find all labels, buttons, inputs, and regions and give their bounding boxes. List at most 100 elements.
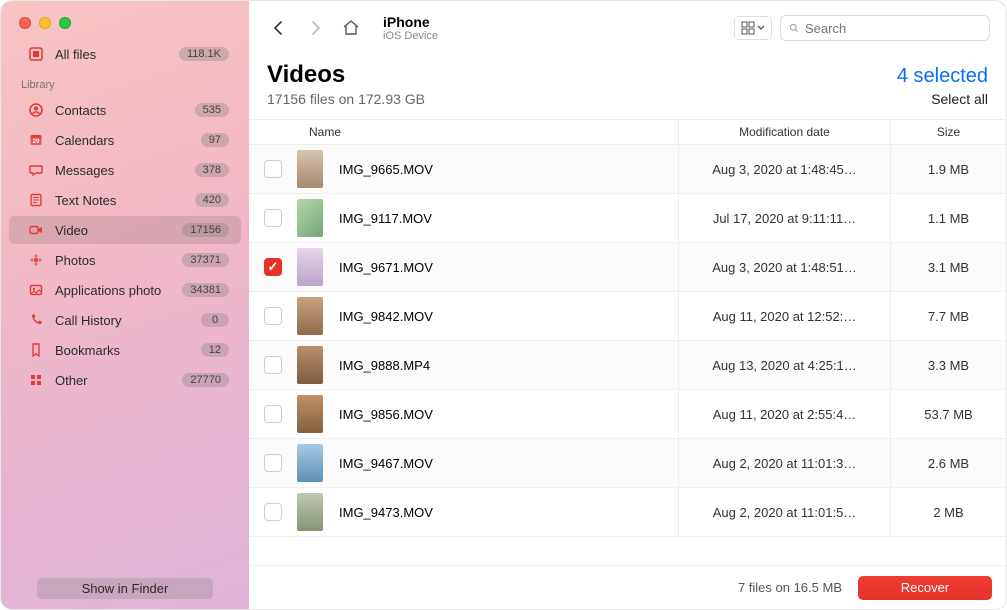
table-row[interactable]: IMG_9117.MOV Jul 17, 2020 at 9:11:11… 1.… (249, 194, 1006, 243)
row-date: Aug 11, 2020 at 12:52:… (678, 292, 890, 340)
search-box[interactable] (780, 15, 990, 41)
apps-photo-icon (27, 281, 45, 299)
column-name[interactable]: Name (297, 125, 678, 139)
sidebar: All files 118.1K Library Contacts 535 29… (1, 1, 249, 609)
sidebar-item-label: Photos (55, 253, 182, 268)
sidebar-item-other[interactable]: Other 27770 (9, 366, 241, 394)
table-row[interactable]: IMG_9671.MOV Aug 3, 2020 at 1:48:51… 3.1… (249, 243, 1006, 292)
search-input[interactable] (805, 21, 981, 36)
column-size[interactable]: Size (890, 120, 1006, 144)
sidebar-item-badge: 27770 (182, 373, 229, 387)
bookmark-icon (27, 341, 45, 359)
column-date[interactable]: Modification date (678, 120, 890, 144)
search-icon (789, 21, 799, 35)
sidebar-section-label: Library (1, 69, 249, 95)
sidebar-item-video[interactable]: Video 17156 (9, 216, 241, 244)
table-row[interactable]: IMG_9842.MOV Aug 11, 2020 at 12:52:… 7.7… (249, 292, 1006, 341)
device-info: iPhone iOS Device (383, 14, 438, 42)
row-date: Aug 2, 2020 at 11:01:3… (678, 439, 890, 487)
select-all-button[interactable]: Select all (897, 91, 988, 107)
sidebar-item-photos[interactable]: Photos 37371 (9, 246, 241, 274)
sidebar-item-messages[interactable]: Messages 378 (9, 156, 241, 184)
sidebar-item-badge: 378 (195, 163, 229, 177)
forward-button[interactable] (301, 14, 329, 42)
sidebar-item-badge: 34381 (182, 283, 229, 297)
sidebar-item-label: Calendars (55, 133, 201, 148)
sidebar-item-label: Applications photo (55, 283, 182, 298)
row-checkbox[interactable] (264, 307, 282, 325)
row-filename: IMG_9888.MP4 (339, 358, 430, 373)
view-mode-toggle[interactable] (734, 16, 772, 40)
row-filename: IMG_9117.MOV (339, 211, 432, 226)
svg-text:29: 29 (33, 139, 40, 145)
sidebar-item-badge: 535 (195, 103, 229, 117)
app-window: All files 118.1K Library Contacts 535 29… (0, 0, 1007, 610)
row-date: Jul 17, 2020 at 9:11:11… (678, 194, 890, 242)
chevron-down-icon (757, 24, 765, 32)
zoom-window-button[interactable] (59, 17, 71, 29)
sidebar-item-label: Messages (55, 163, 195, 178)
row-thumbnail (297, 297, 323, 335)
row-checkbox[interactable] (264, 160, 282, 178)
sidebar-item-badge: 420 (195, 193, 229, 207)
row-checkbox[interactable] (264, 454, 282, 472)
table-row[interactable]: IMG_9467.MOV Aug 2, 2020 at 11:01:3… 2.6… (249, 439, 1006, 488)
row-checkbox[interactable] (264, 503, 282, 521)
table-row[interactable]: IMG_9665.MOV Aug 3, 2020 at 1:48:45… 1.9… (249, 145, 1006, 194)
row-thumbnail (297, 150, 323, 188)
sidebar-item-contacts[interactable]: Contacts 535 (9, 96, 241, 124)
sidebar-item-badge: 0 (201, 313, 229, 327)
row-filename: IMG_9856.MOV (339, 407, 433, 422)
row-checkbox[interactable] (264, 356, 282, 374)
sidebar-item-bookmarks[interactable]: Bookmarks 12 (9, 336, 241, 364)
table-row[interactable]: IMG_9888.MP4 Aug 13, 2020 at 4:25:1… 3.3… (249, 341, 1006, 390)
file-list[interactable]: IMG_9665.MOV Aug 3, 2020 at 1:48:45… 1.9… (249, 145, 1006, 565)
footer: 7 files on 16.5 MB Recover (249, 565, 1006, 609)
minimize-window-button[interactable] (39, 17, 51, 29)
row-filename: IMG_9665.MOV (339, 162, 433, 177)
row-size: 1.9 MB (890, 145, 1006, 193)
calendar-icon: 29 (27, 131, 45, 149)
recover-button[interactable]: Recover (858, 576, 992, 600)
sidebar-item-applications-photo[interactable]: Applications photo 34381 (9, 276, 241, 304)
row-date: Aug 3, 2020 at 1:48:45… (678, 145, 890, 193)
sidebar-item-all-files[interactable]: All files 118.1K (9, 40, 241, 68)
home-button[interactable] (337, 14, 365, 42)
sidebar-item-calendars[interactable]: 29 Calendars 97 (9, 126, 241, 154)
row-checkbox[interactable] (264, 209, 282, 227)
table-row[interactable]: IMG_9856.MOV Aug 11, 2020 at 2:55:4… 53.… (249, 390, 1006, 439)
device-subtitle: iOS Device (383, 30, 438, 42)
row-date: Aug 2, 2020 at 11:01:5… (678, 488, 890, 536)
table-row[interactable]: IMG_9473.MOV Aug 2, 2020 at 11:01:5… 2 M… (249, 488, 1006, 537)
other-icon (27, 371, 45, 389)
sidebar-item-call-history[interactable]: Call History 0 (9, 306, 241, 334)
sidebar-item-label: All files (55, 47, 179, 62)
sidebar-item-badge: 12 (201, 343, 229, 357)
row-size: 53.7 MB (890, 390, 1006, 438)
row-thumbnail (297, 248, 323, 286)
row-size: 2 MB (890, 488, 1006, 536)
sidebar-item-label: Text Notes (55, 193, 195, 208)
back-button[interactable] (265, 14, 293, 42)
row-checkbox[interactable] (264, 405, 282, 423)
show-in-finder-button[interactable]: Show in Finder (37, 578, 213, 599)
footer-selection-info: 7 files on 16.5 MB (738, 580, 842, 595)
row-size: 2.6 MB (890, 439, 1006, 487)
sidebar-item-label: Bookmarks (55, 343, 201, 358)
page-subtitle: 17156 files on 172.93 GB (267, 91, 897, 107)
close-window-button[interactable] (19, 17, 31, 29)
sidebar-item-badge: 118.1K (179, 47, 229, 61)
sidebar-item-text-notes[interactable]: Text Notes 420 (9, 186, 241, 214)
row-checkbox[interactable] (264, 258, 282, 276)
row-filename: IMG_9671.MOV (339, 260, 433, 275)
sidebar-item-badge: 37371 (182, 253, 229, 267)
device-title: iPhone (383, 14, 438, 30)
row-size: 3.1 MB (890, 243, 1006, 291)
video-icon (27, 221, 45, 239)
sidebar-item-label: Video (55, 223, 182, 238)
row-thumbnail (297, 493, 323, 531)
row-date: Aug 3, 2020 at 1:48:51… (678, 243, 890, 291)
window-controls (1, 1, 249, 39)
row-filename: IMG_9473.MOV (339, 505, 433, 520)
table-header: Name Modification date Size (249, 119, 1006, 145)
